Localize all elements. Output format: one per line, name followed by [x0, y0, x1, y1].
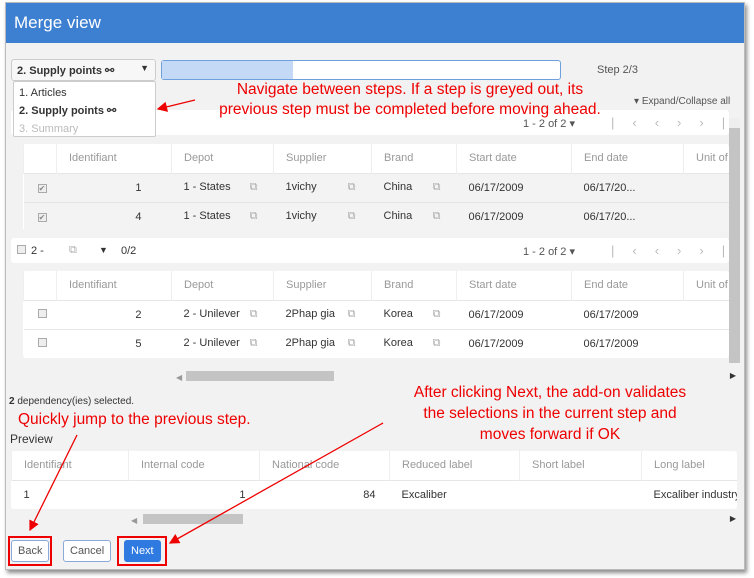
annotation-arrows [29, 99, 384, 544]
